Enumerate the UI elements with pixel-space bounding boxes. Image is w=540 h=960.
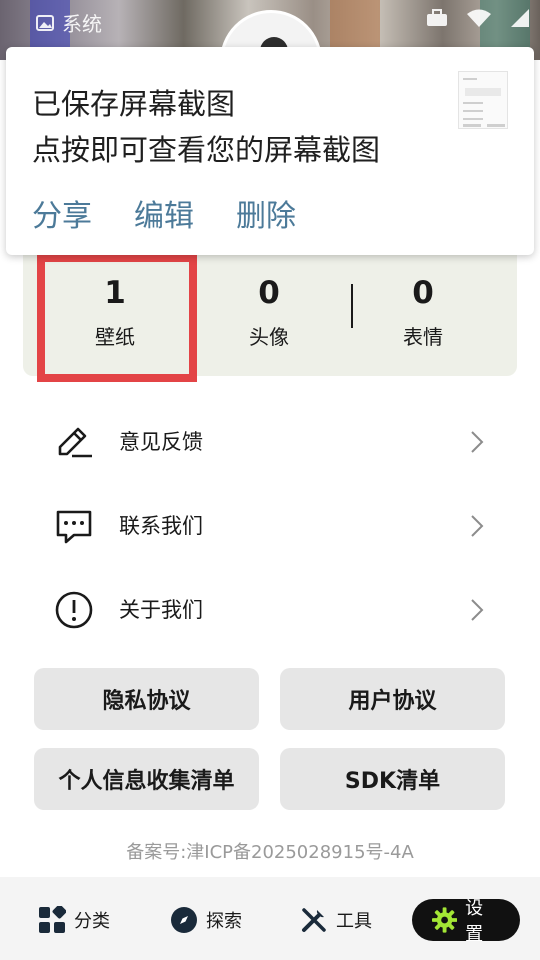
bottom-nav: 分类 探索 工具 设置 — [0, 877, 540, 960]
gear-icon — [432, 907, 458, 933]
highlight-box — [37, 254, 197, 382]
nav-item-settings[interactable]: 设置 — [412, 898, 520, 945]
menu-item-label: 意见反馈 — [119, 430, 203, 454]
icp-record[interactable]: 备案号:津ICP备2025028915号-4A — [0, 838, 540, 864]
nav-label-category: 分类 — [74, 911, 110, 932]
privacy-policy-button[interactable]: 隐私协议 — [34, 668, 259, 730]
stats-divider — [351, 284, 353, 328]
gallery-icon — [36, 14, 54, 31]
chevron-right-icon — [471, 599, 484, 621]
nav-item-explore[interactable]: 探索 — [170, 899, 242, 941]
delete-button[interactable]: 删除 — [236, 191, 296, 235]
nav-label-tools: 工具 — [336, 911, 372, 932]
briefcase-icon — [427, 9, 447, 26]
info-icon — [55, 591, 93, 629]
menu-item-label: 联系我们 — [119, 514, 203, 538]
personal-info-list-button[interactable]: 个人信息收集清单 — [34, 748, 259, 810]
status-bar-left: 系统 — [36, 8, 102, 37]
nav-label-explore: 探索 — [206, 911, 242, 932]
stat-emoji-count: 0 — [412, 275, 434, 311]
menu-item-contact[interactable]: 联系我们 — [0, 484, 540, 568]
menu-item-label: 关于我们 — [119, 598, 203, 622]
nav-label-settings: 设置 — [465, 898, 484, 945]
notification-title: 已保存屏幕截图 — [32, 87, 236, 121]
nav-item-category[interactable]: 分类 — [38, 899, 110, 941]
stat-avatar-label: 头像 — [249, 325, 289, 349]
stat-emoji[interactable]: 0 表情 — [363, 275, 483, 350]
menu-item-feedback[interactable]: 意见反馈 — [0, 400, 540, 484]
status-bar-right — [426, 8, 530, 28]
chevron-right-icon — [471, 515, 484, 537]
screenshot-thumbnail[interactable] — [458, 71, 508, 129]
stat-avatar[interactable]: 0 头像 — [209, 275, 329, 350]
notification-actions: 分享 编辑 删除 — [32, 191, 296, 235]
stat-avatar-count: 0 — [258, 275, 280, 311]
wifi-icon — [467, 9, 491, 27]
edit-button[interactable]: 编辑 — [134, 191, 194, 235]
status-app-label: 系统 — [62, 12, 102, 36]
stat-emoji-label: 表情 — [403, 325, 443, 349]
notification-subtitle: 点按即可查看您的屏幕截图 — [32, 133, 381, 167]
tools-icon — [302, 908, 326, 932]
share-button[interactable]: 分享 — [32, 191, 92, 235]
signal-icon — [511, 9, 529, 27]
grid-icon — [39, 906, 66, 933]
compass-icon — [171, 907, 197, 933]
sdk-list-button[interactable]: SDK清单 — [280, 748, 505, 810]
screenshot-notification[interactable]: 已保存屏幕截图 点按即可查看您的屏幕截图 分享 编辑 删除 — [6, 47, 534, 255]
user-agreement-button[interactable]: 用户协议 — [280, 668, 505, 730]
menu-item-about[interactable]: 关于我们 — [0, 568, 540, 652]
nav-item-tools[interactable]: 工具 — [300, 899, 372, 941]
chevron-right-icon — [471, 431, 484, 453]
message-icon — [56, 510, 92, 544]
edit-icon — [58, 427, 92, 458]
